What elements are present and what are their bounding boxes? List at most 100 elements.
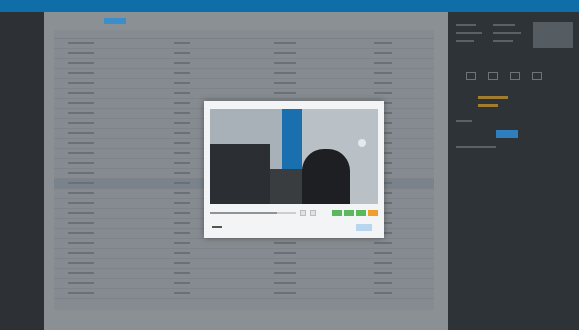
table-cell (274, 42, 296, 44)
sidebar-item-2[interactable] (0, 28, 44, 36)
table-cell (374, 82, 392, 84)
table-cell (68, 112, 94, 114)
table-cell (174, 162, 190, 164)
camera-icon[interactable] (466, 72, 476, 80)
table-cell (68, 42, 94, 44)
table-cell (274, 262, 296, 264)
table-cell (374, 62, 392, 64)
table-cell (174, 272, 190, 274)
action-button[interactable] (496, 130, 518, 138)
status-highlight (478, 96, 508, 99)
table-cell (68, 222, 94, 224)
table-cell (274, 282, 296, 284)
table-cell (274, 62, 296, 64)
table-cell (68, 152, 94, 154)
table-cell (68, 62, 94, 64)
table-cell (274, 52, 296, 54)
table-cell (174, 292, 190, 294)
table-cell (174, 72, 190, 74)
table-cell (68, 212, 94, 214)
sidebar (0, 12, 44, 330)
table-cell (68, 132, 94, 134)
scene-shadow (210, 144, 270, 204)
table-cell (174, 152, 190, 154)
table-cell (174, 202, 190, 204)
play-icon[interactable] (300, 210, 306, 216)
table-cell (174, 192, 190, 194)
table-row[interactable] (54, 259, 434, 269)
sidebar-item-1[interactable] (0, 20, 44, 28)
volume-icon[interactable] (310, 210, 316, 216)
green-action-button[interactable] (332, 210, 342, 216)
footer-label (212, 226, 222, 228)
table-cell (174, 122, 190, 124)
table-cell (174, 232, 190, 234)
scene-person (302, 149, 350, 204)
table-cell (174, 92, 190, 94)
table-cell (174, 102, 190, 104)
video-progress-slider[interactable] (210, 212, 296, 214)
table-cell (374, 272, 392, 274)
close-icon[interactable] (532, 72, 542, 80)
table-row[interactable] (54, 39, 434, 49)
table-cell (68, 142, 94, 144)
table-cell (174, 242, 190, 244)
table-cell (68, 72, 94, 74)
table-cell (174, 252, 190, 254)
dialog-footer (210, 224, 378, 232)
table-row[interactable] (54, 59, 434, 69)
green-action-button[interactable] (356, 210, 366, 216)
orange-action-button[interactable] (368, 210, 378, 216)
table-header (54, 30, 434, 39)
table-row[interactable] (54, 289, 434, 299)
table-cell (374, 252, 392, 254)
table-cell (274, 242, 296, 244)
table-cell (274, 252, 296, 254)
table-cell (174, 142, 190, 144)
table-cell (374, 52, 392, 54)
table-cell (274, 82, 296, 84)
table-cell (274, 92, 296, 94)
table-cell (174, 62, 190, 64)
ok-button[interactable] (356, 224, 372, 231)
detail-label (456, 120, 472, 122)
green-action-button[interactable] (344, 210, 354, 216)
table-cell (174, 172, 190, 174)
play-icon[interactable] (488, 72, 498, 80)
table-row[interactable] (54, 49, 434, 59)
table-row[interactable] (54, 79, 434, 89)
table-cell (274, 292, 296, 294)
sidebar-item-0[interactable] (0, 12, 44, 20)
table-cell (174, 132, 190, 134)
table-row[interactable] (54, 249, 434, 259)
table-cell (68, 242, 94, 244)
active-tab[interactable] (104, 18, 126, 24)
table-cell (174, 212, 190, 214)
table-cell (68, 202, 94, 204)
table-cell (374, 282, 392, 284)
table-row[interactable] (54, 89, 434, 99)
table-cell (174, 222, 190, 224)
detail-label (456, 40, 474, 42)
table-cell (174, 42, 190, 44)
detail-note (456, 146, 496, 148)
settings-icon[interactable] (510, 72, 520, 80)
table-row[interactable] (54, 269, 434, 279)
table-cell (68, 82, 94, 84)
camera-thumbnail[interactable] (533, 22, 573, 48)
table-row[interactable] (54, 69, 434, 79)
table-row[interactable] (54, 279, 434, 289)
table-cell (174, 52, 190, 54)
table-cell (68, 162, 94, 164)
table-cell (274, 272, 296, 274)
table-cell (374, 72, 392, 74)
table-cell (68, 282, 94, 284)
table-row[interactable] (54, 239, 434, 249)
table-cell (68, 92, 94, 94)
table-cell (274, 72, 296, 74)
table-cell (68, 192, 94, 194)
video-player[interactable] (210, 109, 378, 204)
table-cell (374, 242, 392, 244)
table-cell (68, 262, 94, 264)
detail-label (456, 24, 476, 26)
